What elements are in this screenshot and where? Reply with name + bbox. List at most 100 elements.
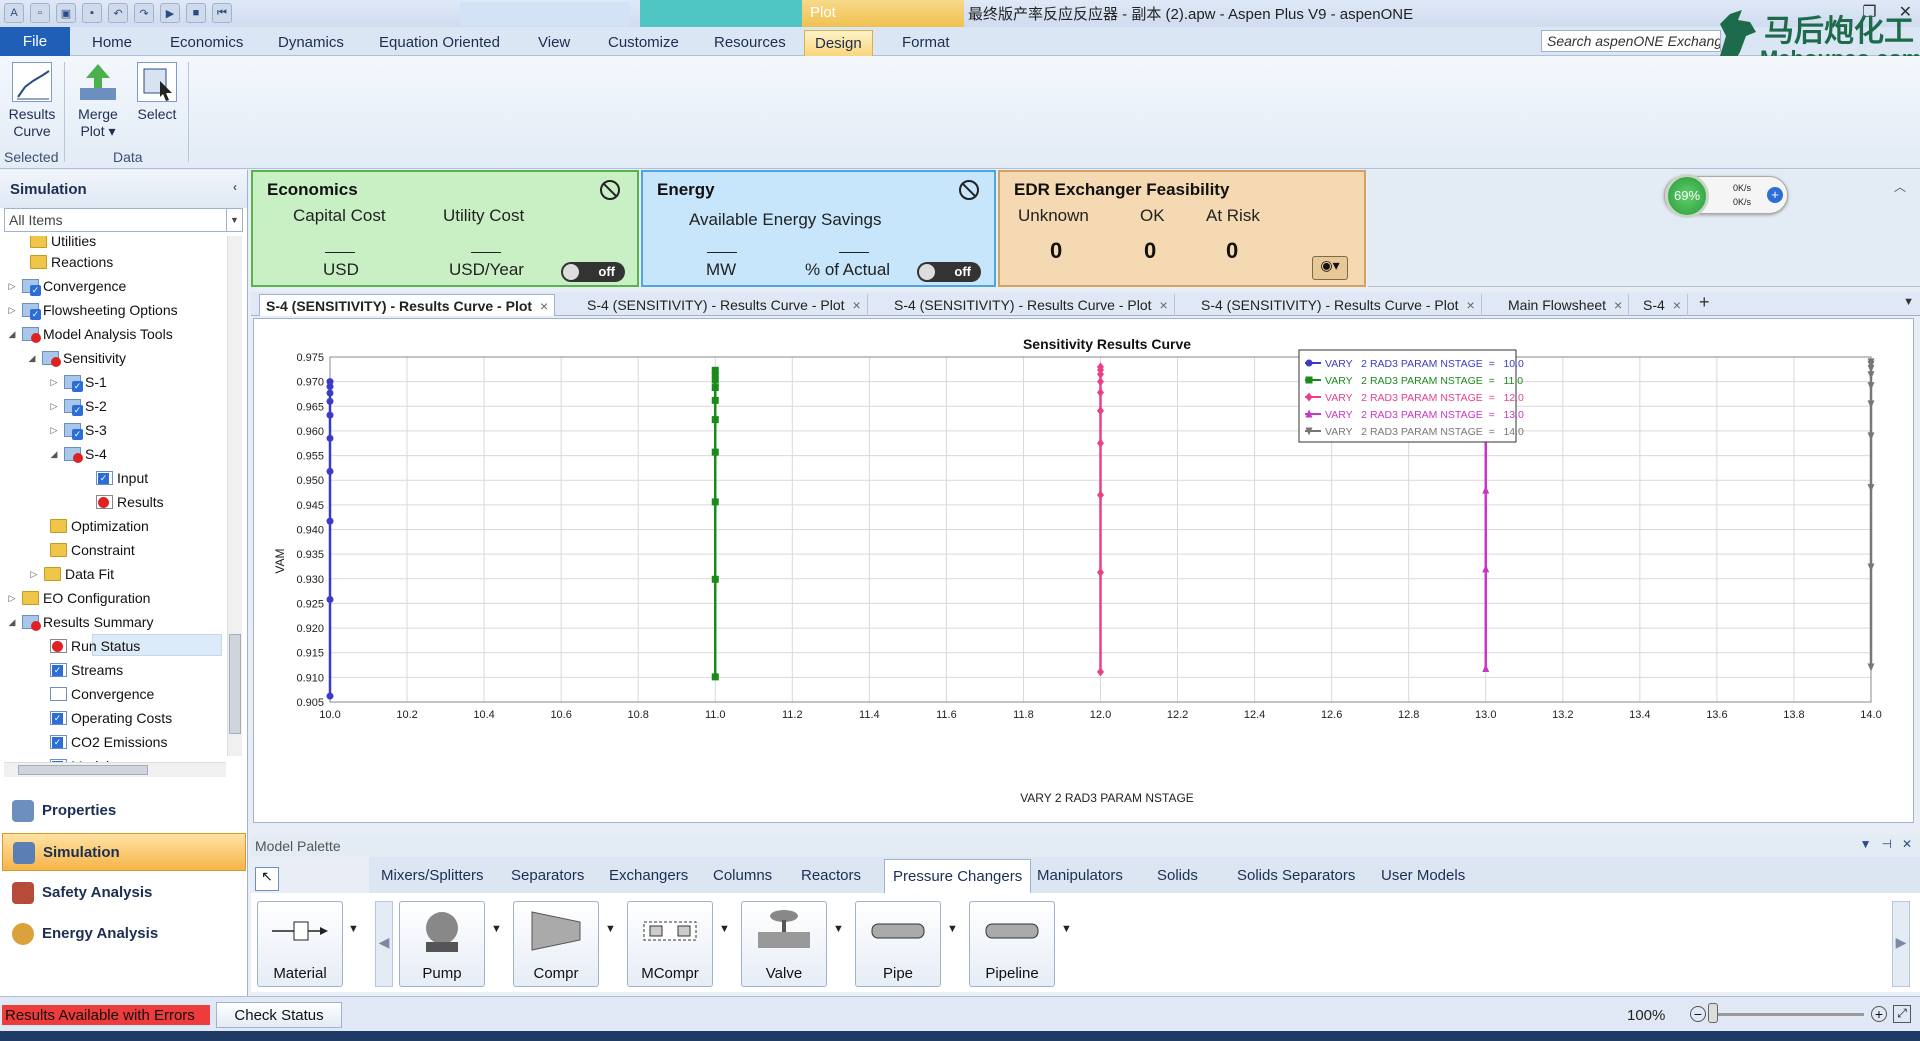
expand-icon[interactable]: ▷ [48, 377, 60, 388]
results-curve-button[interactable]: Results Curve [6, 62, 58, 140]
tree-item-eo-configuration[interactable]: ▷ EO Configuration [6, 587, 151, 609]
palette-tab-exchangers[interactable]: Exchangers [601, 865, 696, 886]
edr-settings-icon[interactable]: ◉▾ [1312, 256, 1348, 280]
search-exchange-input[interactable]: Search aspenONE Exchange [1541, 30, 1721, 52]
tab-list-icon[interactable]: ▼ [1903, 296, 1914, 308]
tab-design[interactable]: Design [804, 30, 873, 56]
palette-tab-solids-separators[interactable]: Solids Separators [1229, 865, 1363, 886]
expand-icon[interactable]: ▷ [6, 305, 18, 316]
pointer-tool-icon[interactable]: ↖ [255, 867, 279, 891]
stop-icon[interactable]: ■ [186, 3, 206, 23]
tree-item-co2-emissions[interactable]: CO2 Emissions [34, 731, 167, 753]
palette-tab-manipulators[interactable]: Manipulators [1029, 865, 1131, 886]
pipeline-dropdown-icon[interactable]: ▼ [1061, 923, 1072, 935]
palette-tab-mixers-splitters[interactable]: Mixers/Splitters [373, 865, 492, 886]
doc-tab-3[interactable]: S-4 (SENSITIVITY) - Results Curve - Plot… [888, 294, 1175, 316]
status-message[interactable]: Results Available with Errors [2, 1005, 210, 1025]
tree-item-results[interactable]: Results [80, 491, 164, 513]
tree-item-constraint[interactable]: Constraint [34, 539, 135, 561]
compr-dropdown-icon[interactable]: ▼ [605, 923, 616, 935]
valve-dropdown-icon[interactable]: ▼ [833, 923, 844, 935]
energy-toggle[interactable]: off [917, 262, 981, 282]
tree-scroll-thumb[interactable] [229, 634, 241, 734]
close-tab-icon[interactable]: × [1160, 297, 1168, 313]
pump-dropdown-icon[interactable]: ▼ [491, 923, 502, 935]
close-tab-icon[interactable]: × [853, 297, 861, 313]
tab-customize[interactable]: Customize [598, 30, 689, 56]
close-tab-icon[interactable]: × [1673, 297, 1681, 313]
reset-icon[interactable]: ⏮ [212, 3, 232, 23]
select-button[interactable]: Select [134, 62, 180, 123]
tree-horizontal-scrollbar[interactable] [4, 762, 226, 777]
collapse-tree-icon[interactable]: ◢ [26, 353, 38, 364]
tree-hscroll-thumb[interactable] [18, 765, 148, 775]
zoom-slider-thumb[interactable] [1708, 1003, 1718, 1023]
sensitivity-chart[interactable]: 10.0 10.2 10.4 10.6 10.8 11.0 11.2 11.4 11.6 11.8… [254, 319, 1913, 822]
palette-menu-icon[interactable]: ▼ [1860, 837, 1872, 851]
palette-close-icon[interactable]: ✕ [1902, 837, 1912, 851]
collapse-tree-icon[interactable]: ◢ [6, 617, 18, 628]
close-tab-icon[interactable]: × [1614, 297, 1622, 313]
tab-home[interactable]: Home [82, 30, 142, 56]
check-status-button[interactable]: Check Status [216, 1002, 342, 1028]
nav-filter-select[interactable]: All Items ▼ [4, 208, 243, 232]
palette-tab-columns[interactable]: Columns [705, 865, 780, 886]
palette-tab-pressure-changers[interactable]: Pressure Changers [884, 859, 1032, 893]
tab-view[interactable]: View [528, 30, 580, 56]
tree-item-streams[interactable]: Streams [34, 659, 123, 681]
tree-item-convergence-summary[interactable]: Convergence [34, 683, 154, 705]
chevron-up-icon[interactable]: ︿ [1894, 178, 1906, 195]
tab-equation-oriented[interactable]: Equation Oriented [369, 30, 510, 56]
pin-icon[interactable]: ⊣ [1881, 837, 1891, 851]
doc-tab-s4[interactable]: S-4 × [1637, 294, 1688, 316]
tree-item-data-fit[interactable]: ▷ Data Fit [28, 563, 114, 585]
expand-icon[interactable]: ▷ [48, 425, 60, 436]
tree-item-input[interactable]: Input [80, 467, 148, 489]
tree-item-s2[interactable]: ▷S-2 [48, 395, 107, 417]
tree-item-operating-costs[interactable]: Operating Costs [34, 707, 172, 729]
collapse-tree-icon[interactable]: ◢ [6, 329, 18, 340]
nav-safety-analysis-button[interactable]: Safety Analysis [2, 874, 246, 912]
add-tab-icon[interactable]: + [1699, 292, 1710, 313]
new-file-icon[interactable]: ▫ [30, 3, 50, 23]
expand-icon[interactable]: ▷ [48, 401, 60, 412]
zoom-in-icon[interactable]: + [1871, 1006, 1887, 1022]
palette-tab-reactors[interactable]: Reactors [793, 865, 869, 886]
zoom-slider-track[interactable] [1712, 1013, 1864, 1016]
collapse-tree-icon[interactable]: ◢ [48, 449, 60, 460]
palette-item-material[interactable]: Material [257, 901, 343, 987]
palette-tab-solids[interactable]: Solids [1149, 865, 1206, 886]
nav-energy-analysis-button[interactable]: Energy Analysis [2, 915, 246, 953]
tree-vertical-scrollbar[interactable] [227, 236, 242, 756]
nav-properties-button[interactable]: Properties [2, 792, 246, 830]
doc-tab-1[interactable]: S-4 (SENSITIVITY) - Results Curve - Plot… [259, 294, 556, 316]
tree-item-optimization[interactable]: Optimization [34, 515, 149, 537]
redo-icon[interactable]: ↷ [134, 3, 154, 23]
tab-dynamics[interactable]: Dynamics [268, 30, 354, 56]
palette-item-valve[interactable]: Valve [741, 901, 827, 987]
tree-item-s3[interactable]: ▷S-3 [48, 419, 107, 441]
edr-feasibility-panel[interactable]: EDR Exchanger Feasibility Unknown OK At … [998, 170, 1366, 287]
mcompr-dropdown-icon[interactable]: ▼ [719, 923, 730, 935]
run-icon[interactable]: ▶ [160, 3, 180, 23]
expand-icon[interactable]: ▷ [6, 281, 18, 292]
tree-item-utilities[interactable]: Utilities [14, 236, 96, 252]
doc-tab-main-flowsheet[interactable]: Main Flowsheet × [1502, 294, 1630, 316]
close-tab-icon[interactable]: × [1467, 297, 1475, 313]
tree-item-flowsheeting-options[interactable]: ▷Flowsheeting Options [6, 299, 178, 321]
close-tab-icon[interactable]: × [540, 298, 548, 314]
tree-item-reactions[interactable]: Reactions [14, 251, 113, 273]
palette-item-pump[interactable]: Pump [399, 901, 485, 987]
zoom-fit-icon[interactable]: ⤢ [1893, 1005, 1911, 1023]
energy-panel[interactable]: Energy Available Energy Savings MW % of … [641, 170, 996, 287]
tab-format[interactable]: Format [892, 30, 960, 56]
tree-item-convergence[interactable]: ▷Convergence [6, 275, 126, 297]
palette-tab-user-models[interactable]: User Models [1373, 865, 1473, 886]
tab-file[interactable]: File [0, 27, 70, 56]
zoom-out-icon[interactable]: − [1690, 1006, 1706, 1022]
palette-scroll-right-icon[interactable]: ▶ [1892, 901, 1910, 987]
palette-tab-separators[interactable]: Separators [503, 865, 592, 886]
tree-item-model-analysis-tools[interactable]: ◢ Model Analysis Tools [6, 323, 173, 345]
economics-toggle[interactable]: off [561, 262, 625, 282]
material-dropdown-icon[interactable]: ▼ [348, 923, 359, 935]
